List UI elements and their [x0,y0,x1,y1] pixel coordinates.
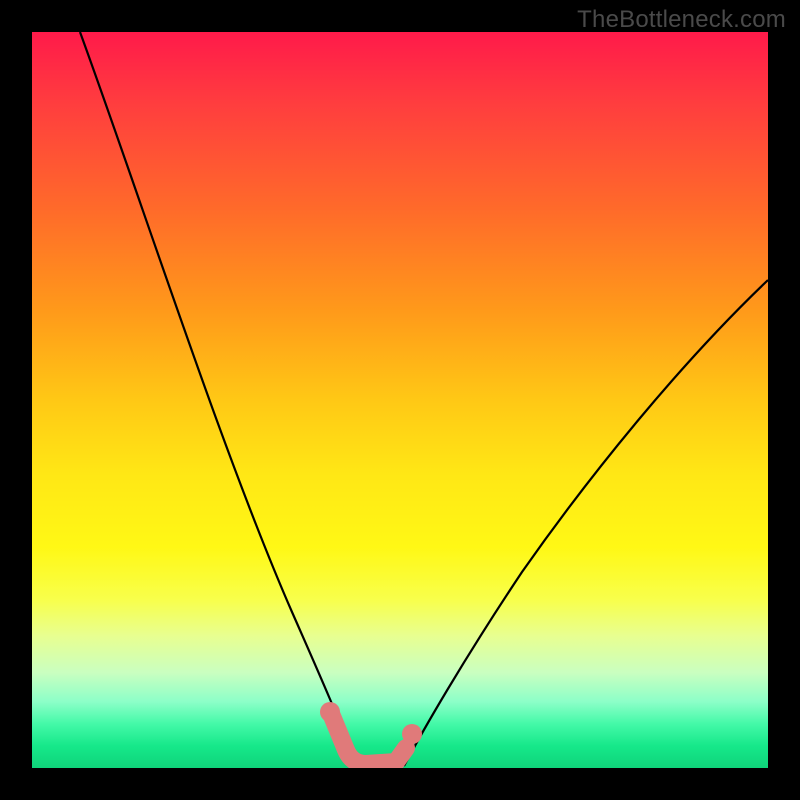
left-curve-line [80,32,354,766]
valley-marker-dot-right [402,724,422,744]
chart-curves [32,32,768,768]
chart-plot-area [32,32,768,768]
right-curve-line [404,280,768,766]
valley-marker-segment [332,716,406,764]
watermark-text: TheBottleneck.com [577,6,786,34]
chart-frame: TheBottleneck.com [0,0,800,800]
